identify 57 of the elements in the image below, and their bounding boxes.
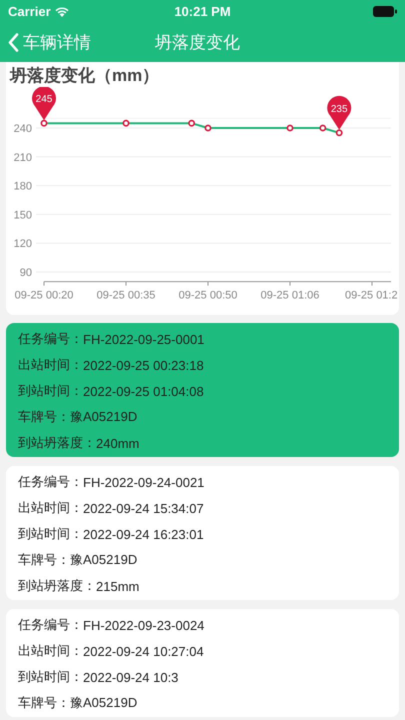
page-title: 坍落度变化 — [155, 32, 240, 52]
y-tick-label: 150 — [14, 209, 32, 222]
y-tick-label: 240 — [14, 123, 32, 135]
data-point — [319, 124, 326, 132]
battery-icon — [373, 6, 398, 16]
data-point — [286, 124, 294, 132]
field-value: FH-2022-09-25-0001 — [83, 332, 204, 346]
field-value: FH-2022-09-24-0021 — [83, 474, 204, 490]
field-value: 2022-09-24 10:27:04 — [83, 644, 204, 658]
field-value: 豫A05219D — [70, 694, 138, 712]
field-value: 2022-09-24 10:3 — [83, 670, 178, 684]
field-label: 出站时间： — [18, 642, 83, 660]
annotation: 245 — [36, 94, 53, 106]
field-label: 到站时间： — [18, 382, 83, 400]
wifi-icon — [54, 6, 69, 16]
record-card[interactable]: 任务编号：FH-2022-09-25-0001 出站时间：2022-09-25 00:23:18 到站时间：2022-09-25 01:04:08 车牌号：豫A05219D 到站坍落度：240mm — [6, 323, 399, 457]
data-point — [336, 129, 343, 136]
x-tick-label: 09-25 01:06 — [260, 290, 320, 302]
x-tick-label: 09-25 00:50 — [178, 290, 238, 302]
back-chevron-icon — [8, 32, 19, 52]
field-value: 240mm — [96, 436, 140, 450]
record-card[interactable]: 任务编号：FH-2022-09-23-0024 出站时间：2022-09-24 10:27:04 到站时间：2022-09-24 10:3 车牌号：豫A05219D — [6, 609, 399, 717]
field-label: 到站坍落度： — [18, 434, 96, 452]
field-value: 2022-09-25 01:04:08 — [83, 384, 204, 398]
field-value: 2022-09-25 00:23:18 — [83, 358, 204, 372]
field-label: 车牌号： — [18, 694, 70, 712]
field-label: 车牌号： — [18, 408, 70, 426]
y-tick-label: 210 — [14, 152, 32, 164]
field-label: 车牌号： — [18, 551, 70, 569]
field-label: 出站时间： — [18, 499, 83, 517]
field-label: 出站时间： — [18, 356, 83, 374]
y-tick-label: 90 — [20, 267, 32, 279]
value-pin: 235 — [327, 96, 352, 130]
record-card[interactable]: 任务编号：FH-2022-09-24-0021 出站时间：2022-09-24 15:34:07 到站时间：2022-09-24 16:23:01 车牌号：豫A05219D 到站坍落度：215mm — [6, 466, 399, 600]
field-value: 2022-09-24 16:23:01 — [83, 526, 204, 542]
value-pin: 245 — [32, 87, 56, 120]
y-tick-label: 180 — [14, 180, 32, 193]
field-value: 215mm — [96, 578, 140, 594]
field-value: 豫A05219D — [70, 408, 138, 426]
x-tick-label: 09-25 00:35 — [96, 290, 156, 302]
data-point — [204, 124, 212, 132]
field-value: 豫A05219D — [70, 551, 138, 569]
x-tick-label: 09-25 01:2 — [345, 290, 398, 302]
chart-title: 坍落度变化（mm） — [10, 65, 160, 87]
field-label: 任务编号： — [18, 616, 83, 634]
field-label: 任务编号： — [18, 473, 83, 491]
field-label: 到站时间： — [18, 525, 83, 543]
annotation: 235 — [330, 104, 348, 115]
carrier-label: Carrier — [8, 4, 51, 18]
field-value: 2022-09-24 15:34:07 — [83, 500, 204, 516]
field-label: 到站时间： — [18, 668, 83, 686]
field-value: FH-2022-09-23-0024 — [83, 618, 204, 632]
y-tick-label: 120 — [14, 238, 32, 250]
field-label: 任务编号： — [18, 330, 83, 348]
field-label: 到站坍落度： — [18, 577, 96, 595]
x-tick-label: 09-25 00:20 — [14, 290, 74, 302]
clock-time: 10:21 PM — [173, 4, 232, 18]
